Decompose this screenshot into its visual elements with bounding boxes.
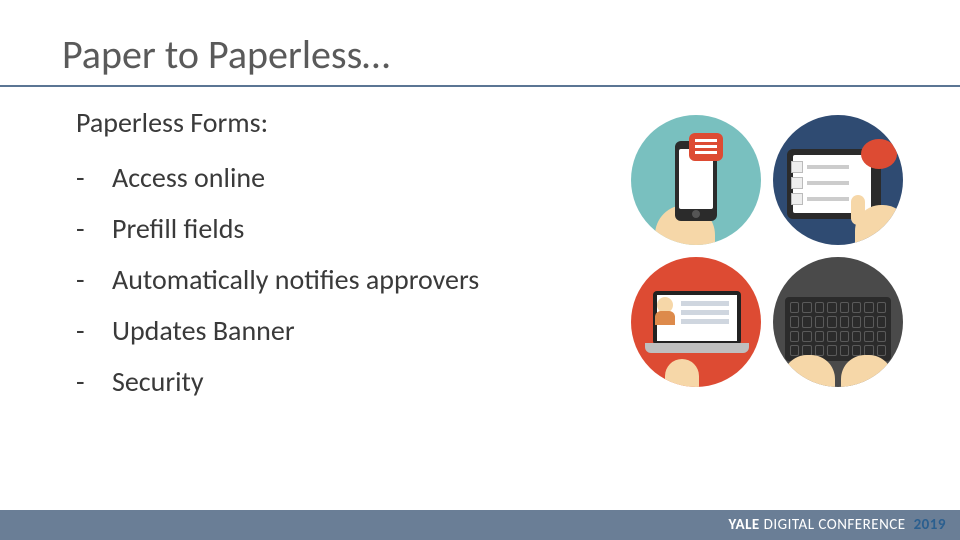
bullet-dash: - [76,262,112,297]
list-item: - Security [76,356,621,407]
laptop-profile-icon [631,257,761,387]
footer-brand: YALE DIGITAL CONFERENCE [728,516,905,534]
slide-title: Paper to Paperless… [62,30,960,79]
list-item: - Prefill fields [76,203,621,254]
bullet-dash: - [76,364,112,399]
keyboard-typing-icon [773,257,903,387]
phone-chat-icon [631,115,761,245]
bullet-text: Automatically notifies approvers [112,262,479,297]
bullet-dash: - [76,211,112,246]
list-item: - Automatically notifies approvers [76,254,621,305]
bullet-text: Prefill fields [112,211,244,246]
bullet-text: Security [112,364,204,399]
bullet-dash: - [76,313,112,348]
footer-brand-strong: YALE [728,516,759,534]
bullet-text: Access online [112,160,265,195]
bullet-text: Updates Banner [112,313,295,348]
tablet-touch-icon [773,115,903,245]
list-item: - Access online [76,152,621,203]
subheading: Paperless Forms: [76,105,621,140]
footer-brand-rest: DIGITAL CONFERENCE [760,516,906,534]
illustration-grid [621,105,960,407]
footer-bar: YALE DIGITAL CONFERENCE 2019 [0,510,960,540]
bullet-dash: - [76,160,112,195]
footer-year: 2019 [914,516,946,534]
list-item: - Updates Banner [76,305,621,356]
